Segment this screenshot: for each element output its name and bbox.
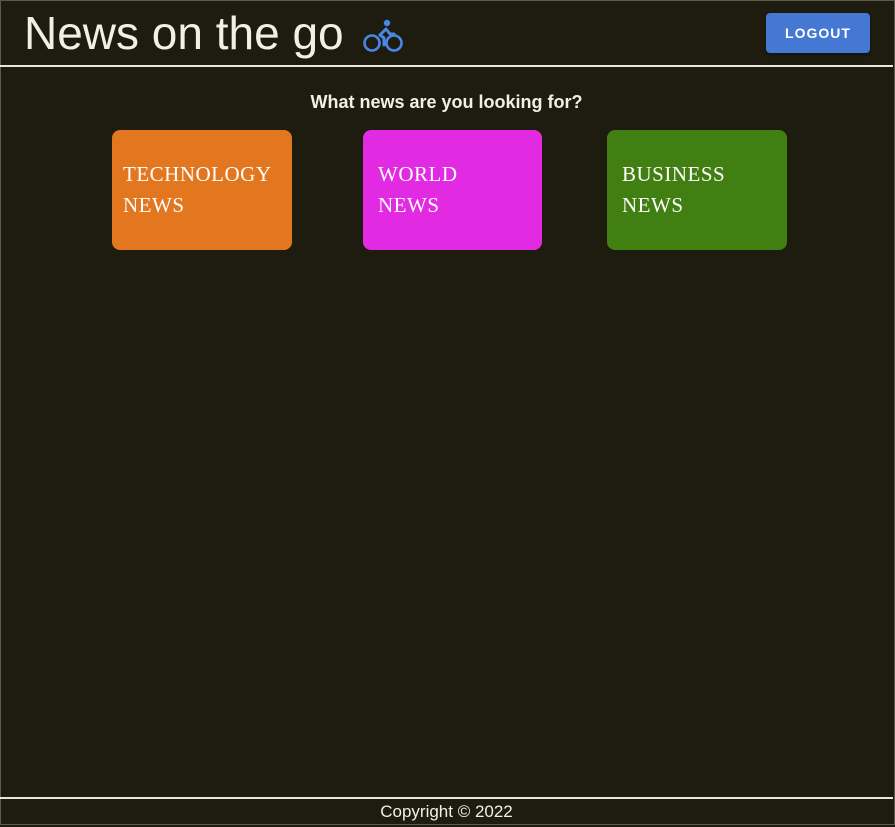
- app-header: News on the go LOGOUT: [0, 0, 893, 67]
- business-news-label-line1: BUSINESS: [622, 162, 726, 186]
- business-news-label: BUSINESS NEWS: [622, 159, 725, 221]
- technology-news-card[interactable]: TECHNOLOGY NEWS: [112, 130, 292, 250]
- category-prompt: What news are you looking for?: [310, 92, 583, 112]
- technology-news-label-line2: NEWS: [123, 193, 185, 217]
- technology-news-label-line1: TECHNOLOGY: [123, 162, 272, 186]
- world-news-label: WORLD NEWS: [378, 159, 458, 221]
- technology-news-label: TECHNOLOGY NEWS: [123, 159, 271, 221]
- world-news-card[interactable]: WORLD NEWS: [363, 130, 542, 250]
- business-news-label-line2: NEWS: [622, 193, 684, 217]
- app-title: News on the go: [24, 7, 344, 59]
- logout-button[interactable]: LOGOUT: [766, 13, 870, 53]
- page-footer: Copyright © 2022: [0, 797, 893, 827]
- world-news-label-line1: WORLD: [378, 162, 458, 186]
- world-news-label-line2: NEWS: [378, 193, 440, 217]
- bicycle-icon: [363, 19, 403, 52]
- copyright-text: Copyright © 2022: [380, 802, 513, 821]
- page-frame: [0, 0, 895, 825]
- business-news-card[interactable]: BUSINESS NEWS: [607, 130, 787, 250]
